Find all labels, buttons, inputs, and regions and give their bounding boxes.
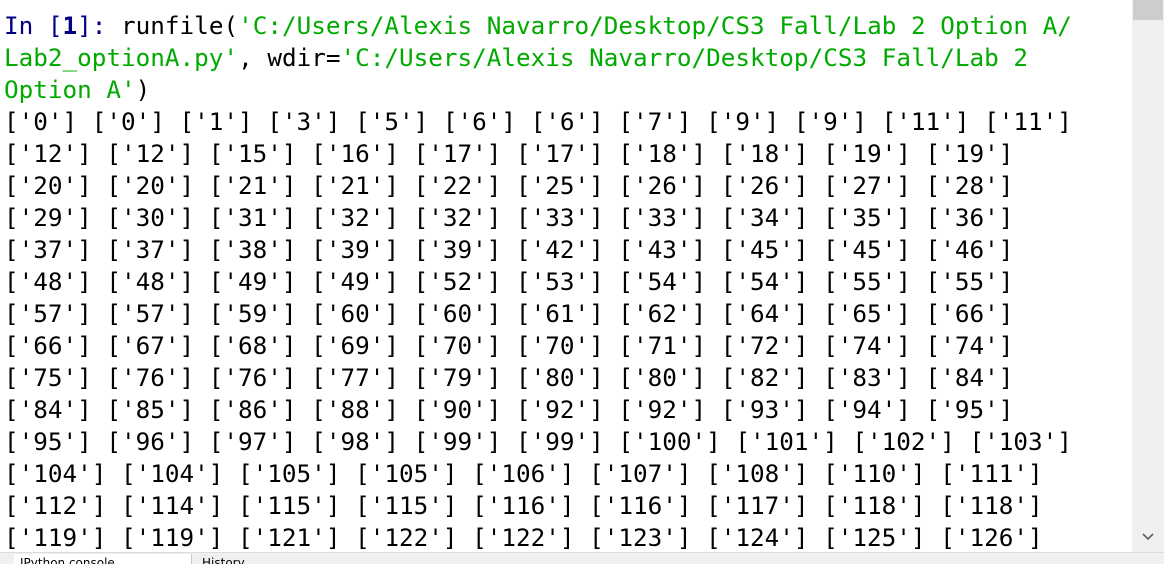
scroll-down-button[interactable] <box>1132 522 1164 552</box>
output-line: ['48'] ['48'] ['49'] ['49'] ['52'] ['53'… <box>4 267 1014 296</box>
output-line: ['57'] ['57'] ['59'] ['60'] ['60'] ['61'… <box>4 299 1014 328</box>
tab-label: History <box>202 556 245 564</box>
output-line: ['112'] ['114'] ['115'] ['115'] ['116'] … <box>4 491 1043 520</box>
command-function: runfile( <box>121 11 239 40</box>
output-line: ['12'] ['12'] ['15'] ['16'] ['17'] ['17'… <box>4 139 1014 168</box>
output-line: ['20'] ['20'] ['21'] ['21'] ['22'] ['25'… <box>4 171 1014 200</box>
prompt-suffix: ]: <box>77 11 122 40</box>
output-line: ['0'] ['0'] ['1'] ['3'] ['5'] ['6'] ['6'… <box>4 107 1072 136</box>
command-close-paren: ) <box>135 75 151 104</box>
output-line: ['84'] ['85'] ['86'] ['88'] ['90'] ['92'… <box>4 395 1014 424</box>
command-separator: , wdir= <box>238 43 341 72</box>
tab-history[interactable]: History <box>196 554 322 564</box>
output-line: ['104'] ['104'] ['105'] ['105'] ['106'] … <box>4 459 1043 488</box>
ipython-console-pane[interactable]: In [1]: runfile('C:/Users/Alexis Navarro… <box>0 0 1132 552</box>
console-output[interactable]: In [1]: runfile('C:/Users/Alexis Navarro… <box>4 10 1072 552</box>
prompt-number: 1 <box>62 11 78 40</box>
pane-tab-bar: IPython console History <box>0 552 1164 564</box>
output-line: ['37'] ['37'] ['38'] ['39'] ['39'] ['42'… <box>4 235 1014 264</box>
tab-label: IPython console <box>20 556 115 564</box>
output-line: ['95'] ['96'] ['97'] ['98'] ['99'] ['99'… <box>4 427 1072 456</box>
output-line: ['119'] ['119'] ['121'] ['122'] ['122'] … <box>4 523 1043 552</box>
scrollbar-thumb[interactable] <box>1133 0 1163 20</box>
output-line: ['29'] ['30'] ['31'] ['32'] ['32'] ['33'… <box>4 203 1014 232</box>
output-line: ['75'] ['76'] ['76'] ['77'] ['79'] ['80'… <box>4 363 1014 392</box>
tab-ipython-console[interactable]: IPython console <box>14 554 192 564</box>
input-prompt: In [1]: <box>4 11 121 40</box>
prompt-label: In [ <box>4 11 63 40</box>
chevron-down-icon <box>1142 533 1154 541</box>
vertical-scrollbar[interactable] <box>1132 0 1164 552</box>
output-line: ['66'] ['67'] ['68'] ['69'] ['70'] ['70'… <box>4 331 1014 360</box>
